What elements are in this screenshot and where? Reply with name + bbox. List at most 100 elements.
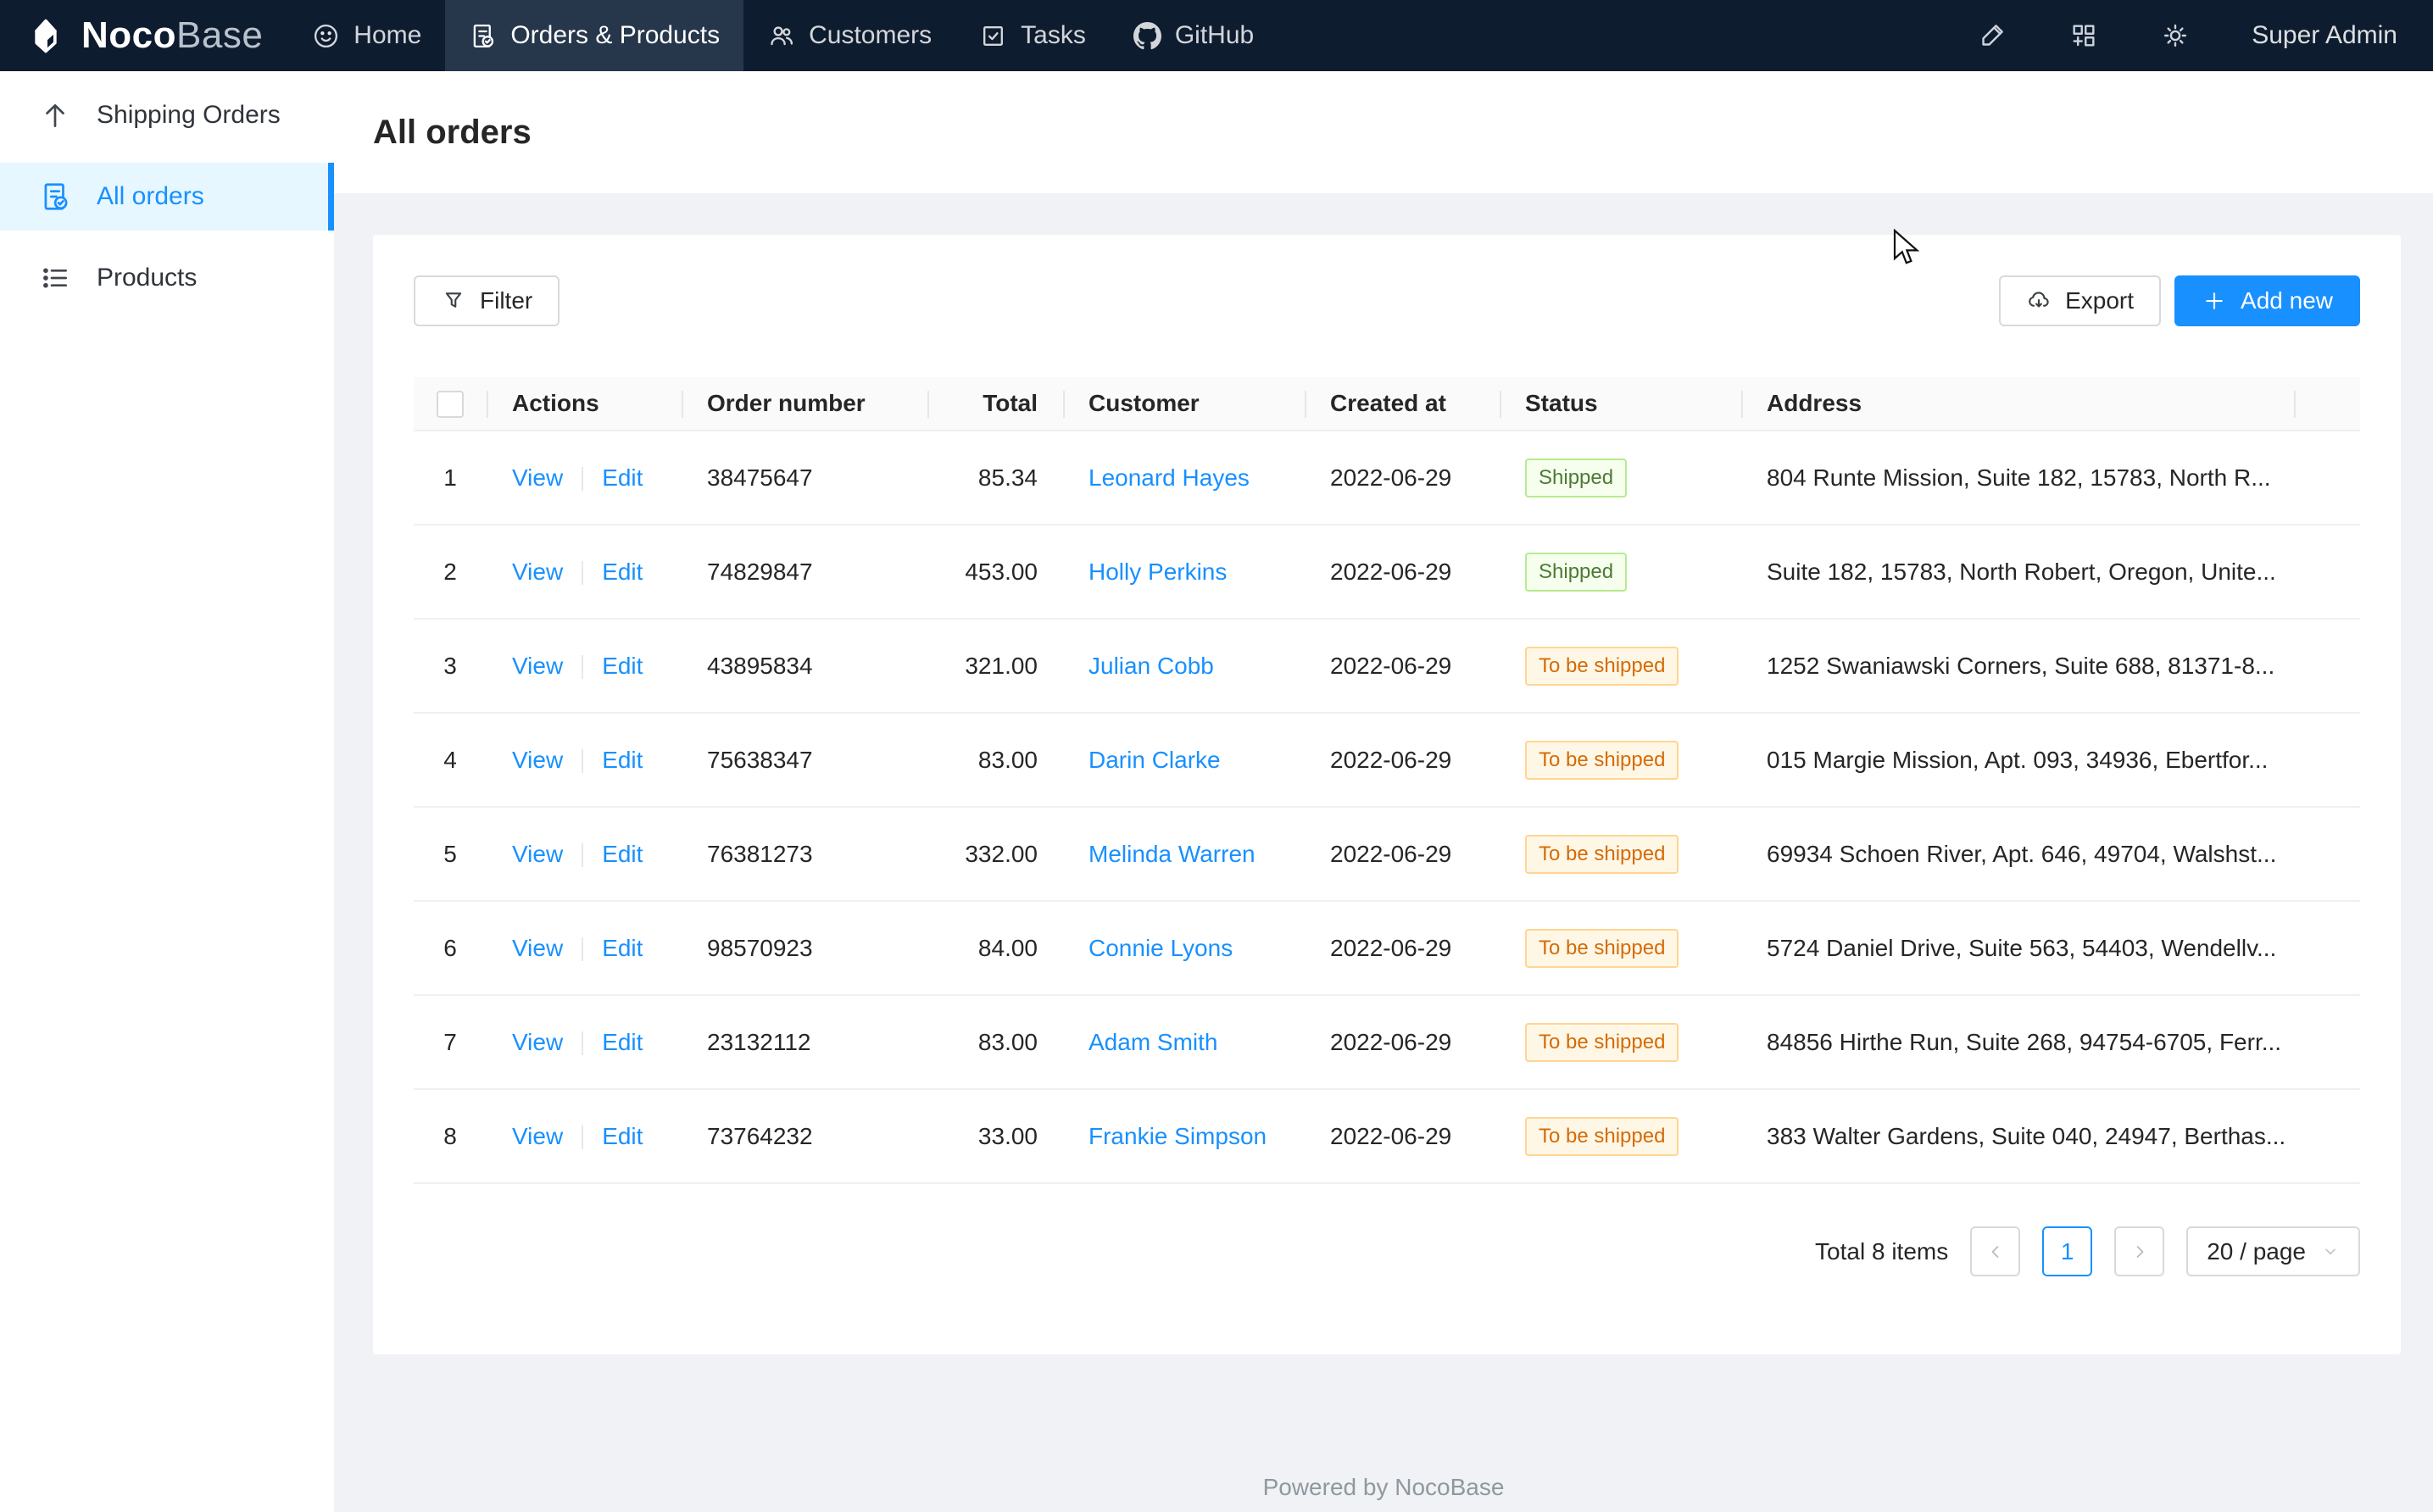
filter-button[interactable]: Filter [414,275,560,326]
ui-editor-button[interactable] [1977,20,2007,51]
plugin-manager-button[interactable] [2068,20,2099,51]
status-cell: To be shipped [1500,713,1741,807]
total-cell: 84.00 [927,901,1063,995]
edit-link[interactable]: Edit [602,747,643,773]
created-at-cell: 2022-06-29 [1305,525,1500,619]
nav-item-label: Home [354,21,421,50]
view-link[interactable]: View [512,653,563,679]
nav-item-label: GitHub [1175,21,1254,50]
view-link[interactable]: View [512,1029,563,1055]
pagination-page-1[interactable]: 1 [2042,1226,2092,1276]
edit-link[interactable]: Edit [602,841,643,867]
row-actions: View Edit [487,995,682,1089]
column-header-total: Total [927,377,1063,431]
settings-button[interactable] [2160,20,2191,51]
table-header-row: Actions Order number Total Customer Crea… [414,377,2360,431]
sidebar-item-products[interactable]: Products [0,244,334,312]
page-title: All orders [373,114,532,152]
status-badge: To be shipped [1525,929,1679,968]
pagination: Total 8 items 1 20 / page [414,1226,2360,1276]
page-size-select[interactable]: 20 / page [2186,1226,2360,1276]
export-button-label: Export [2065,287,2134,314]
table-row: 1ViewEdit3847564785.34Leonard Hayes2022-… [414,431,2360,525]
customer-link[interactable]: Adam Smith [1088,1029,1218,1055]
created-at-cell: 2022-06-29 [1305,713,1500,807]
status-cell: To be shipped [1500,995,1741,1089]
created-at-cell: 2022-06-29 [1305,995,1500,1089]
actions-divider [582,937,583,961]
customer-link[interactable]: Frankie Simpson [1088,1123,1267,1149]
view-link[interactable]: View [512,935,563,961]
column-header-status: Status [1500,377,1741,431]
nav-item-tasks[interactable]: Tasks [955,0,1110,71]
customer-link[interactable]: Julian Cobb [1088,653,1214,679]
total-cell: 85.34 [927,431,1063,525]
nav-item-home[interactable]: Home [288,0,445,71]
file-done-icon [469,22,497,50]
view-link[interactable]: View [512,1123,563,1149]
total-cell: 332.00 [927,807,1063,901]
customer-link[interactable]: Darin Clarke [1088,747,1221,773]
total-cell: 453.00 [927,525,1063,619]
pagination-total: Total 8 items [1815,1238,1948,1265]
export-button[interactable]: Export [1999,275,2161,326]
select-all-checkbox[interactable] [437,391,464,418]
toolbar-right: Export Add new [1999,275,2360,326]
edit-link[interactable]: Edit [602,935,643,961]
trailing-cell [2294,619,2360,713]
sidebar-item-shipping-orders[interactable]: Shipping Orders [0,81,334,149]
view-link[interactable]: View [512,559,563,585]
pagination-prev-button[interactable] [1970,1226,2020,1276]
row-index: 4 [414,713,487,807]
edit-link[interactable]: Edit [602,653,643,679]
customer-cell: Julian Cobb [1063,619,1305,713]
trailing-cell [2294,431,2360,525]
edit-link[interactable]: Edit [602,464,643,491]
order-number-cell: 73764232 [682,1089,927,1183]
customer-link[interactable]: Melinda Warren [1088,841,1255,867]
page-size-value: 20 / page [2207,1238,2306,1265]
nav-item-label: Tasks [1021,21,1086,50]
nocobase-logo[interactable]: NocoBase [0,0,288,71]
address-cell: 1252 Swaniawski Corners, Suite 688, 8137… [1741,619,2294,713]
sidebar-item-all-orders[interactable]: All orders [0,163,334,231]
trailing-cell [2294,995,2360,1089]
status-cell: Shipped [1500,431,1741,525]
order-number-cell: 75638347 [682,713,927,807]
user-menu[interactable]: Super Admin [2252,21,2397,50]
nav-right: Super Admin [1977,0,2433,71]
orders-card: Filter Export Add new [373,235,2401,1354]
pagination-next-button[interactable] [2114,1226,2164,1276]
row-index: 1 [414,431,487,525]
customer-link[interactable]: Holly Perkins [1088,559,1227,585]
edit-link[interactable]: Edit [602,1029,643,1055]
status-badge: Shipped [1525,553,1627,592]
customer-cell: Darin Clarke [1063,713,1305,807]
edit-link[interactable]: Edit [602,559,643,585]
customer-link[interactable]: Leonard Hayes [1088,464,1250,491]
highlight-icon [1978,21,2007,50]
nav-item-github[interactable]: GitHub [1110,0,1278,71]
view-link[interactable]: View [512,464,563,491]
address-cell: 69934 Schoen River, Apt. 646, 49704, Wal… [1741,807,2294,901]
github-icon [1133,22,1161,50]
status-badge: To be shipped [1525,647,1679,686]
customer-link[interactable]: Connie Lyons [1088,935,1233,961]
nav-item-label: Orders & Products [510,21,720,50]
view-link[interactable]: View [512,841,563,867]
row-actions: View Edit [487,901,682,995]
footer-text: Powered by NocoBase [334,1474,2433,1501]
row-index: 5 [414,807,487,901]
edit-link[interactable]: Edit [602,1123,643,1149]
nav-item-orders-products[interactable]: Orders & Products [445,0,743,71]
status-badge: Shipped [1525,459,1627,498]
column-header-trailing [2294,377,2360,431]
check-square-icon [979,22,1007,50]
column-header-created-at: Created at [1305,377,1500,431]
nav-item-customers[interactable]: Customers [743,0,955,71]
order-number-cell: 23132112 [682,995,927,1089]
view-link[interactable]: View [512,747,563,773]
table-row: 7ViewEdit2313211283.00Adam Smith2022-06-… [414,995,2360,1089]
add-new-button[interactable]: Add new [2174,275,2360,326]
address-cell: 84856 Hirthe Run, Suite 268, 94754-6705,… [1741,995,2294,1089]
